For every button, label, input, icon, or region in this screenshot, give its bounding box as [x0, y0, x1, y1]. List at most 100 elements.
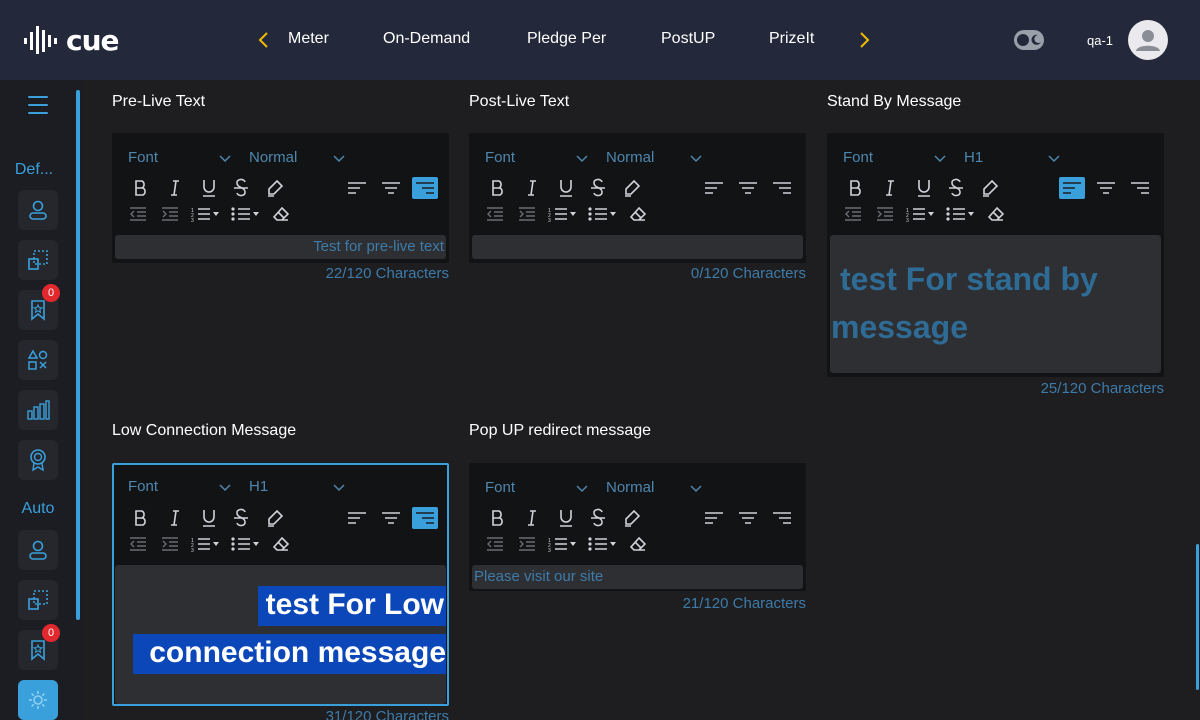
- underline-icon[interactable]: [196, 177, 222, 199]
- bullet-list-icon[interactable]: [230, 533, 262, 555]
- sidebar-layout-button[interactable]: [18, 240, 58, 280]
- sidebar-shapes-button[interactable]: [18, 340, 58, 380]
- bullet-list-icon[interactable]: [945, 203, 977, 225]
- avatar[interactable]: [1128, 20, 1168, 60]
- editor-text-area[interactable]: Please visit our site: [472, 565, 803, 589]
- outdent-icon[interactable]: [128, 533, 148, 555]
- bullet-list-icon[interactable]: [587, 203, 619, 225]
- chevron-down-icon[interactable]: [332, 149, 346, 167]
- align-center-icon[interactable]: [378, 507, 404, 529]
- italic-icon[interactable]: [519, 507, 545, 529]
- size-select[interactable]: H1: [249, 478, 268, 495]
- italic-icon[interactable]: [162, 177, 188, 199]
- ordered-list-icon[interactable]: 123: [190, 203, 222, 225]
- highlighter-icon[interactable]: [262, 507, 288, 529]
- size-select[interactable]: Normal: [606, 149, 654, 166]
- eraser-icon[interactable]: [272, 533, 290, 555]
- highlighter-icon[interactable]: [977, 177, 1003, 199]
- sidebar-analytics-button[interactable]: [18, 390, 58, 430]
- sidebar-user-button[interactable]: [18, 190, 58, 230]
- sidebar-scrollbar[interactable]: [76, 90, 80, 620]
- font-select[interactable]: Font: [128, 149, 158, 166]
- align-left-icon[interactable]: [344, 177, 370, 199]
- ordered-list-icon[interactable]: 123: [190, 533, 222, 555]
- align-center-icon[interactable]: [378, 177, 404, 199]
- eraser-icon[interactable]: [629, 533, 647, 555]
- align-left-icon[interactable]: [344, 507, 370, 529]
- strikethrough-icon[interactable]: [943, 177, 969, 199]
- editor-text-area[interactable]: Test for pre-live text: [115, 235, 446, 259]
- main-scrollbar[interactable]: [1196, 544, 1199, 690]
- nav-item-pledge-per[interactable]: Pledge Per: [527, 30, 606, 48]
- editor-text-area[interactable]: test For stand by message: [830, 235, 1161, 373]
- bullet-list-icon[interactable]: [230, 203, 262, 225]
- strikethrough-icon[interactable]: [585, 507, 611, 529]
- size-select[interactable]: Normal: [606, 479, 654, 496]
- editor-text-area[interactable]: [472, 235, 803, 259]
- bold-icon[interactable]: [485, 507, 511, 529]
- highlighter-icon[interactable]: [262, 177, 288, 199]
- chevron-down-icon[interactable]: [689, 149, 703, 167]
- nav-prev-button[interactable]: [256, 28, 272, 52]
- sidebar-bookmark-button[interactable]: 0: [18, 284, 60, 330]
- eraser-icon[interactable]: [272, 203, 290, 225]
- indent-icon[interactable]: [160, 533, 180, 555]
- nav-item-meter[interactable]: Meter: [288, 30, 329, 48]
- strikethrough-icon[interactable]: [228, 177, 254, 199]
- font-select[interactable]: Font: [485, 479, 515, 496]
- nav-next-button[interactable]: [858, 28, 874, 52]
- ordered-list-icon[interactable]: 123: [905, 203, 937, 225]
- chevron-down-icon[interactable]: [332, 478, 346, 496]
- size-select[interactable]: H1: [964, 149, 983, 166]
- underline-icon[interactable]: [196, 507, 222, 529]
- strikethrough-icon[interactable]: [585, 177, 611, 199]
- align-right-icon[interactable]: [769, 507, 795, 529]
- hamburger-menu-icon[interactable]: [28, 96, 48, 114]
- sidebar-award-button[interactable]: [18, 440, 58, 480]
- strikethrough-icon[interactable]: [228, 507, 254, 529]
- chevron-down-icon[interactable]: [218, 149, 232, 167]
- align-center-icon[interactable]: [735, 507, 761, 529]
- cue-logo[interactable]: cue: [24, 24, 120, 57]
- align-center-icon[interactable]: [1093, 177, 1119, 199]
- align-left-icon[interactable]: [701, 507, 727, 529]
- indent-icon[interactable]: [517, 533, 537, 555]
- indent-icon[interactable]: [160, 203, 180, 225]
- outdent-icon[interactable]: [128, 203, 148, 225]
- nav-item-postup[interactable]: PostUP: [661, 30, 715, 48]
- sidebar-settings-button[interactable]: [18, 680, 58, 720]
- underline-icon[interactable]: [553, 177, 579, 199]
- size-select[interactable]: Normal: [249, 149, 297, 166]
- chevron-down-icon[interactable]: [575, 149, 589, 167]
- align-center-icon[interactable]: [735, 177, 761, 199]
- eraser-icon[interactable]: [629, 203, 647, 225]
- sidebar-layout-button-2[interactable]: [18, 580, 58, 620]
- underline-icon[interactable]: [911, 177, 937, 199]
- font-select[interactable]: Font: [843, 149, 873, 166]
- italic-icon[interactable]: [519, 177, 545, 199]
- chevron-down-icon[interactable]: [1047, 149, 1061, 167]
- align-left-icon[interactable]: [1059, 177, 1085, 199]
- bold-icon[interactable]: [485, 177, 511, 199]
- font-select[interactable]: Font: [128, 478, 158, 495]
- outdent-icon[interactable]: [843, 203, 863, 225]
- editor-text-area[interactable]: test For Low connection message: [115, 565, 446, 704]
- indent-icon[interactable]: [875, 203, 895, 225]
- outdent-icon[interactable]: [485, 203, 505, 225]
- outdent-icon[interactable]: [485, 533, 505, 555]
- ordered-list-icon[interactable]: 123: [547, 203, 579, 225]
- chevron-down-icon[interactable]: [689, 479, 703, 497]
- chevron-down-icon[interactable]: [218, 478, 232, 496]
- chevron-down-icon[interactable]: [933, 149, 947, 167]
- align-left-icon[interactable]: [701, 177, 727, 199]
- align-right-icon[interactable]: [412, 177, 438, 199]
- highlighter-icon[interactable]: [619, 507, 645, 529]
- sidebar-bookmark-button-2[interactable]: 0: [18, 624, 60, 670]
- highlighter-icon[interactable]: [619, 177, 645, 199]
- nav-item-prizeit[interactable]: PrizeIt: [769, 30, 814, 48]
- chevron-down-icon[interactable]: [575, 479, 589, 497]
- align-right-icon[interactable]: [769, 177, 795, 199]
- bold-icon[interactable]: [128, 177, 154, 199]
- italic-icon[interactable]: [877, 177, 903, 199]
- ordered-list-icon[interactable]: 123: [547, 533, 579, 555]
